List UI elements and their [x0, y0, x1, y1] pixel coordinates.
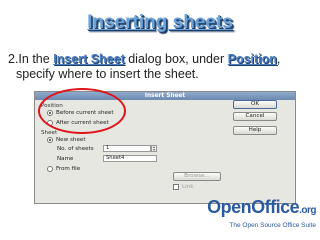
openoffice-logo: OpenOffice.org The Open Source Office Su…	[200, 197, 318, 239]
ok-button[interactable]: OK	[233, 100, 277, 109]
from-file-label: From file	[56, 166, 81, 172]
help-button[interactable]: Help	[233, 126, 277, 135]
insert-sheet-emphasis: Insert Sheet	[53, 52, 125, 66]
step-suffix: ,	[276, 52, 281, 66]
step-line-2: specify where to insert the sheet.	[16, 67, 199, 81]
logo-tagline: The Open Source Office Suite	[229, 222, 316, 229]
checkbox-icon[interactable]	[173, 184, 179, 190]
new-sheet-option[interactable]: New sheet	[47, 137, 86, 143]
slide-title: Inserting sheets	[87, 12, 233, 33]
logo-suffix: .org	[299, 205, 316, 216]
link-label: Link	[182, 184, 194, 190]
position-emphasis: Position	[227, 52, 277, 66]
step-middle: dialog box, under	[124, 52, 228, 66]
browse-button[interactable]: Browse...	[173, 172, 221, 181]
from-file-option[interactable]: From file	[47, 166, 80, 172]
radio-selected-icon[interactable]	[47, 137, 53, 143]
num-sheets-label: No. of sheets	[57, 146, 94, 152]
cancel-button[interactable]: Cancel	[233, 112, 277, 121]
spin-arrows-icon[interactable]: ▴ ▾	[151, 145, 157, 152]
step-prefix: 2.In the	[8, 52, 54, 66]
step-instruction: 2.In the Insert Sheet dialog box, under …	[8, 52, 314, 82]
num-sheets-input[interactable]: 1	[103, 145, 151, 152]
radio-unselected-icon[interactable]	[47, 166, 53, 172]
link-option[interactable]: Link	[173, 184, 193, 190]
new-sheet-label: New sheet	[56, 137, 86, 143]
sheet-group-label: Sheet	[41, 130, 58, 136]
name-label: Name	[57, 156, 74, 162]
logo-word: OpenOffice	[207, 197, 300, 217]
logo-wordmark: OpenOffice.org	[207, 197, 316, 218]
sheet-name-input[interactable]: Sheet4	[103, 155, 157, 162]
highlight-ellipse	[38, 88, 126, 134]
